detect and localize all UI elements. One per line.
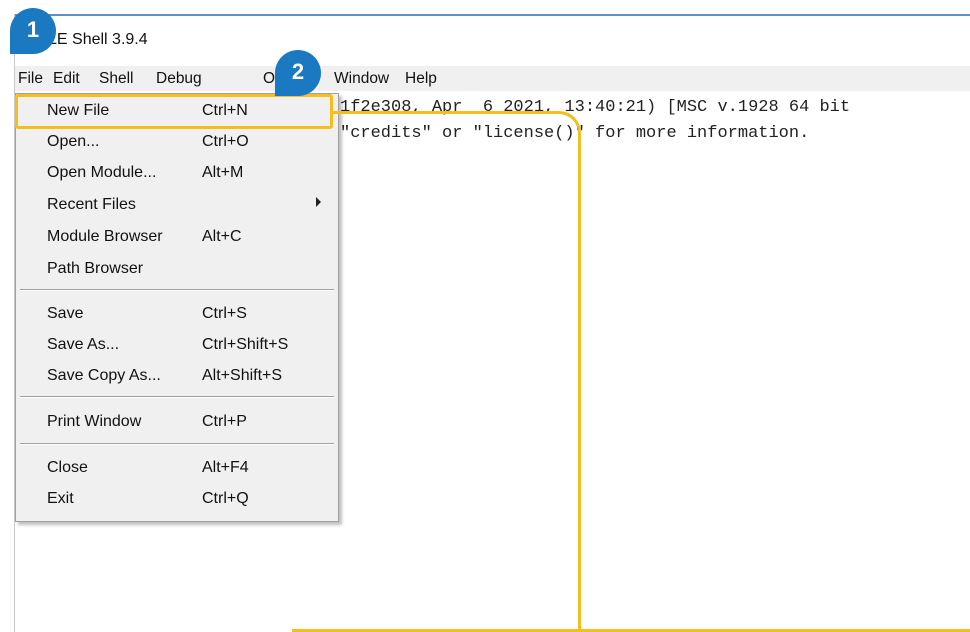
menu-item-save-copy-as[interactable]: Save Copy As... Alt+Shift+S	[16, 361, 338, 391]
menu-help[interactable]: Help	[405, 70, 437, 88]
annotation-connector-line	[333, 111, 581, 630]
menu-item-label: Open...	[47, 133, 100, 150]
menu-item-label: Exit	[47, 490, 74, 507]
step-number: 1	[26, 17, 40, 42]
menu-item-label: Module Browser	[47, 228, 163, 245]
menu-item-shortcut: Ctrl+S	[202, 305, 247, 322]
menu-file[interactable]: File	[18, 70, 43, 88]
menu-item-shortcut: Ctrl+Q	[202, 490, 249, 507]
menu-separator	[20, 443, 334, 445]
menu-window[interactable]: Window	[334, 70, 389, 88]
menu-item-label: Print Window	[47, 413, 142, 430]
title-bar	[15, 16, 970, 68]
submenu-arrow-icon	[316, 197, 321, 207]
new-file-highlight-box	[15, 94, 333, 129]
menu-item-label: Open Module...	[47, 164, 157, 181]
menu-item-shortcut: Alt+M	[202, 164, 244, 181]
menu-bar: File Edit Shell Debug Options Window Hel…	[15, 66, 970, 91]
menu-item-label: Save	[47, 305, 84, 322]
menu-separator	[20, 289, 334, 291]
step-badge-1: 1	[10, 8, 56, 54]
menu-item-print-window[interactable]: Print Window Ctrl+P	[16, 407, 338, 437]
step-badge-2: 2	[275, 50, 321, 96]
menu-item-close[interactable]: Close Alt+F4	[16, 453, 338, 483]
menu-item-open[interactable]: Open... Ctrl+O	[16, 127, 338, 157]
menu-item-shortcut: Ctrl+P	[202, 413, 247, 430]
menu-item-save-as[interactable]: Save As... Ctrl+Shift+S	[16, 330, 338, 360]
menu-item-shortcut: Alt+Shift+S	[202, 367, 283, 384]
menu-item-module-browser[interactable]: Module Browser Alt+C	[16, 222, 338, 252]
menu-item-label: Recent Files	[47, 196, 136, 213]
menu-item-exit[interactable]: Exit Ctrl+Q	[16, 484, 338, 514]
menu-item-label: Path Browser	[47, 260, 144, 277]
menu-item-shortcut: Alt+C	[202, 228, 242, 245]
menu-edit[interactable]: Edit	[53, 70, 80, 88]
file-menu-dropdown: New File Ctrl+N Open... Ctrl+O Open Modu…	[15, 93, 339, 522]
menu-item-shortcut: Alt+F4	[202, 459, 249, 476]
menu-separator	[20, 396, 334, 398]
menu-item-label: Close	[47, 459, 88, 476]
menu-item-label: Save Copy As...	[47, 367, 161, 384]
menu-item-label: Save As...	[47, 336, 120, 353]
menu-item-path-browser[interactable]: Path Browser	[16, 254, 338, 284]
menu-item-shortcut: Ctrl+O	[202, 133, 249, 150]
menu-shell[interactable]: Shell	[99, 70, 133, 88]
step-number: 2	[291, 59, 305, 84]
menu-item-shortcut: Ctrl+Shift+S	[202, 336, 289, 353]
menu-item-recent-files[interactable]: Recent Files	[16, 190, 338, 220]
menu-item-open-module[interactable]: Open Module... Alt+M	[16, 158, 338, 188]
menu-item-save[interactable]: Save Ctrl+S	[16, 299, 338, 329]
menu-debug[interactable]: Debug	[156, 70, 202, 88]
